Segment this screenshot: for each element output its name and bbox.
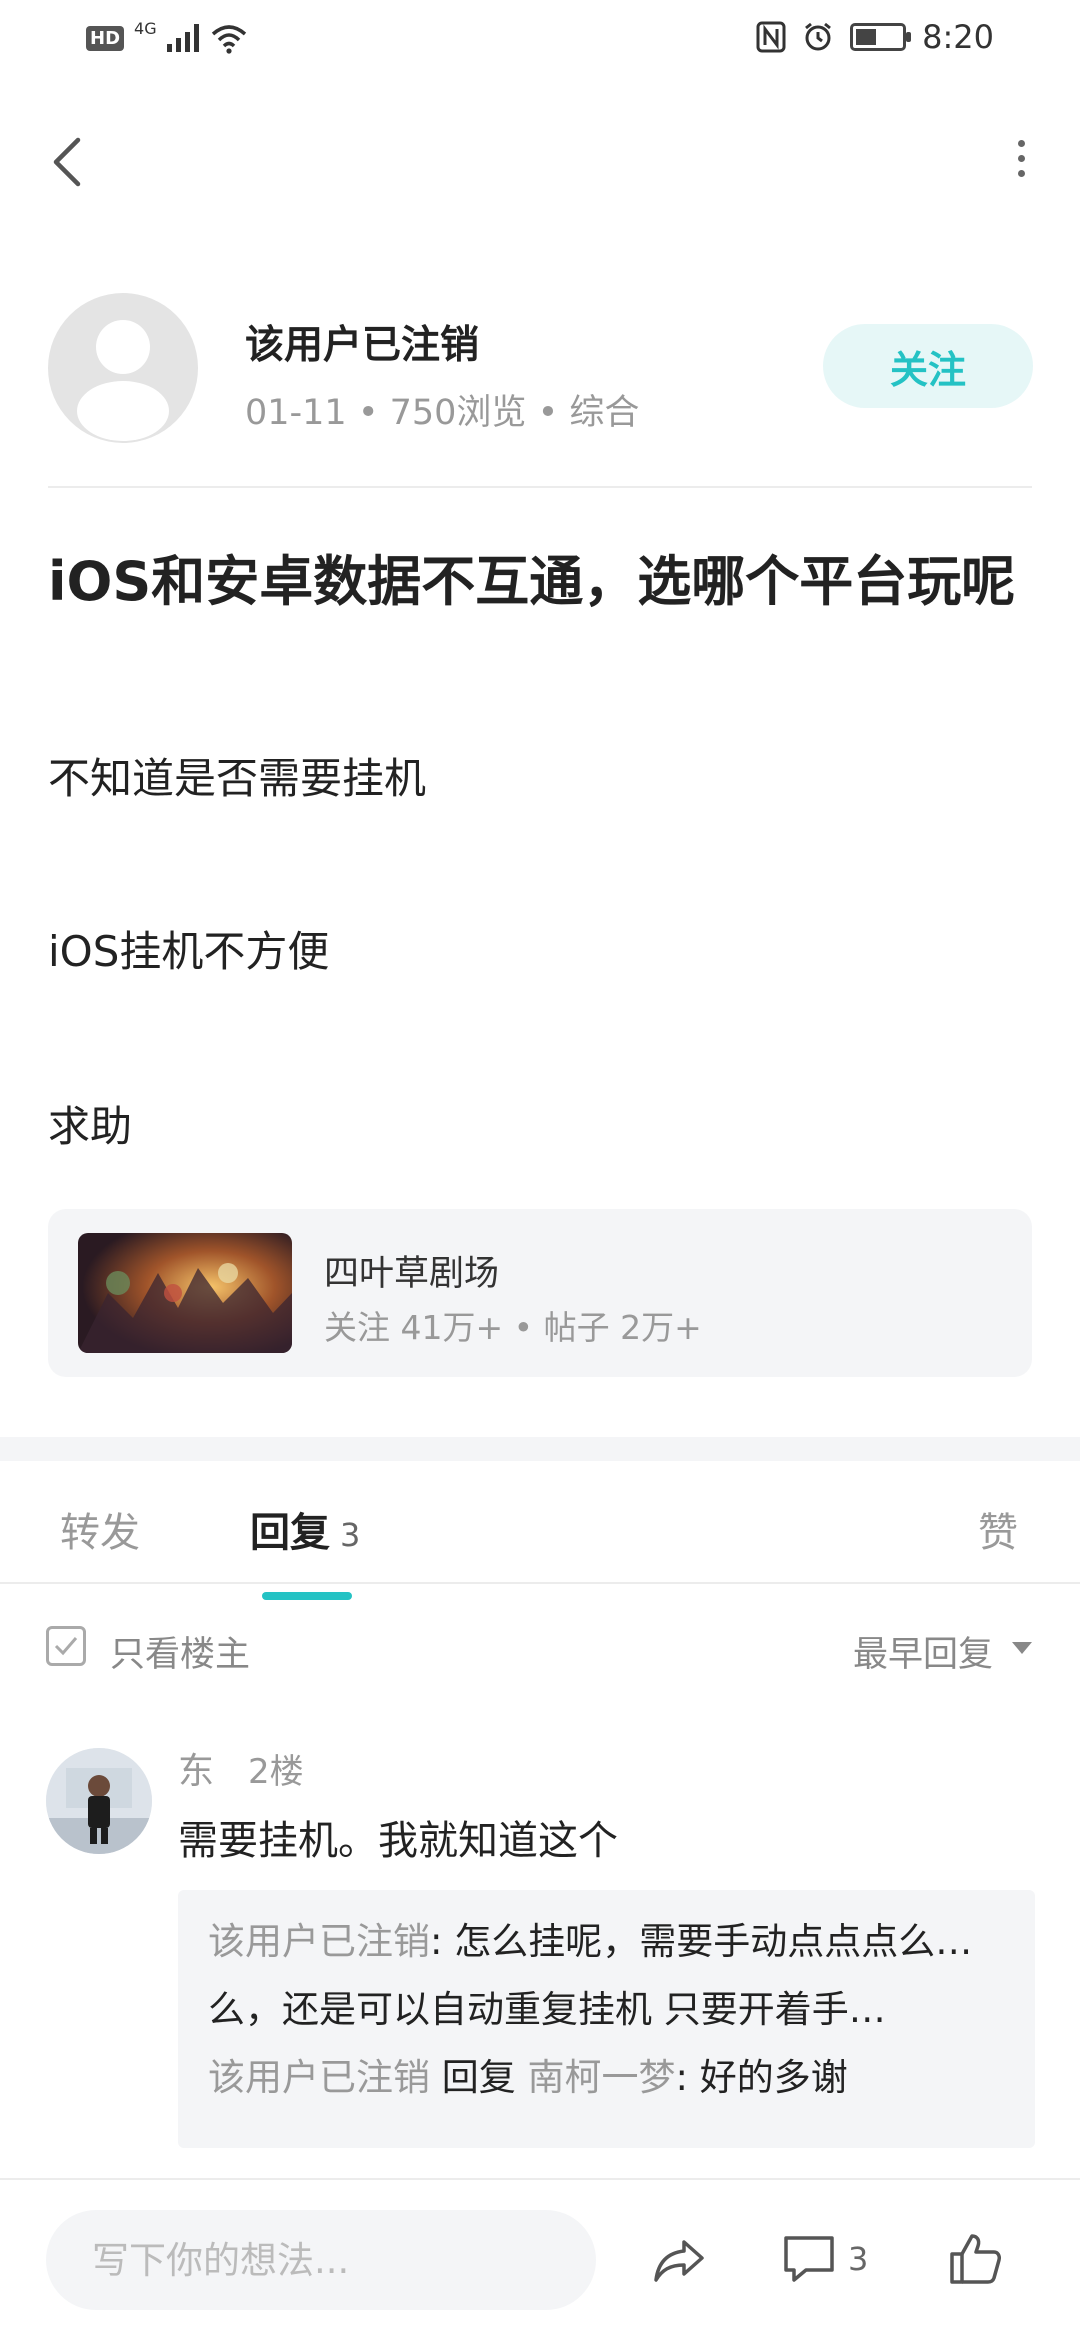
- author-meta: 01-11 • 750浏览 • 综合: [245, 393, 640, 433]
- author-name[interactable]: 该用户已注销: [245, 314, 479, 370]
- signal-icon: [166, 24, 199, 52]
- tab-reply-label: 回复: [250, 1510, 330, 1556]
- comment-input[interactable]: [46, 2210, 596, 2310]
- status-bar: HD 4G 8:20: [0, 0, 1080, 80]
- community-followers: 关注 41万+: [324, 1308, 504, 1347]
- post-body-line: 求助: [48, 1102, 133, 1151]
- comment-count: 3: [848, 2240, 869, 2278]
- community-card[interactable]: 四叶草剧场 关注 41万+ • 帖子 2万+: [48, 1209, 1032, 1377]
- sub-reply-continuation: 么，还是可以自动重复挂机 只要开着手…: [208, 1988, 886, 2031]
- nfc-icon: [756, 21, 786, 53]
- divider: [0, 1582, 1080, 1584]
- tab-like[interactable]: 赞: [978, 1500, 1018, 1558]
- like-icon[interactable]: [944, 2228, 1006, 2290]
- alarm-icon: [805, 22, 832, 51]
- tab-forward[interactable]: 转发: [60, 1500, 140, 1558]
- reply-username[interactable]: 东: [178, 1742, 214, 1794]
- more-icon: [1017, 140, 1025, 147]
- post-body-line: iOS挂机不方便: [48, 927, 330, 976]
- sort-dropdown[interactable]: 最早回复: [853, 1626, 993, 1677]
- sub-replies-box[interactable]: 该用户已注销: 怎么挂呢，需要手动点点点么，还是可以自动重复挂机 只要开着手..…: [178, 1890, 1035, 2148]
- tab-reply[interactable]: 回复 3: [250, 1500, 360, 1558]
- sub-reply-connector: 回复: [441, 2056, 516, 2099]
- share-icon[interactable]: [648, 2228, 710, 2290]
- tab-indicator: [262, 1592, 352, 1600]
- sub-reply[interactable]: 该用户已注销: 怎么挂呢，需要手动点点点么，还是可以自动重复挂机 只要开着手..…: [208, 1908, 1005, 1976]
- community-thumbnail: [78, 1233, 292, 1353]
- back-button[interactable]: [44, 132, 94, 192]
- caret-down-icon: [1012, 1642, 1032, 1654]
- sub-reply[interactable]: 该用户已注销 回复 南柯一梦: 好的多谢: [208, 2044, 1005, 2112]
- sub-reply-text: : 怎么挂呢，需要手动点点点么，还是可以自动重复挂机 只要开着手...: [430, 1920, 1005, 1963]
- reply-floor: 2楼: [248, 1752, 304, 1792]
- status-time: 8:20: [922, 18, 994, 56]
- divider: [0, 2178, 1080, 2180]
- author-avatar[interactable]: [48, 293, 198, 443]
- community-posts: 帖子 2万+: [543, 1308, 702, 1347]
- divider: [48, 486, 1032, 488]
- more-button[interactable]: [1006, 140, 1036, 190]
- sub-reply-user[interactable]: 该用户已注销: [208, 1920, 430, 1963]
- reply-text: 需要挂机。我就知道这个: [178, 1818, 618, 1864]
- post-date: 01-11: [245, 393, 347, 433]
- sub-reply-user[interactable]: 该用户已注销: [208, 2056, 430, 2099]
- network-label: 4G: [134, 18, 157, 38]
- battery-icon: [850, 23, 912, 51]
- tab-reply-count: 3: [340, 1516, 361, 1554]
- post-title: iOS和安卓数据不互通，选哪个平台玩呢: [48, 550, 1016, 613]
- hd-badge: HD: [86, 25, 125, 51]
- post-views: 750浏览: [389, 393, 527, 433]
- sub-reply-target[interactable]: 南柯一梦: [528, 2056, 676, 2099]
- back-icon: [53, 137, 81, 187]
- default-avatar-icon: [77, 320, 169, 441]
- community-name: 四叶草剧场: [324, 1254, 500, 1294]
- only-owner-label[interactable]: 只看楼主: [110, 1626, 250, 1677]
- comment-icon[interactable]: [778, 2228, 840, 2290]
- community-stats: 关注 41万+ • 帖子 2万+: [324, 1308, 702, 1347]
- check-icon: [54, 1637, 78, 1656]
- post-category: 综合: [569, 393, 640, 433]
- sub-reply-text: : 好的多谢: [675, 2056, 848, 2099]
- wifi-icon: [211, 25, 246, 54]
- follow-button[interactable]: 关注: [823, 324, 1033, 408]
- section-separator: [0, 1437, 1080, 1461]
- post-body-line: 不知道是否需要挂机: [48, 754, 427, 803]
- reply-avatar[interactable]: [46, 1748, 152, 1854]
- only-owner-checkbox[interactable]: [46, 1626, 86, 1666]
